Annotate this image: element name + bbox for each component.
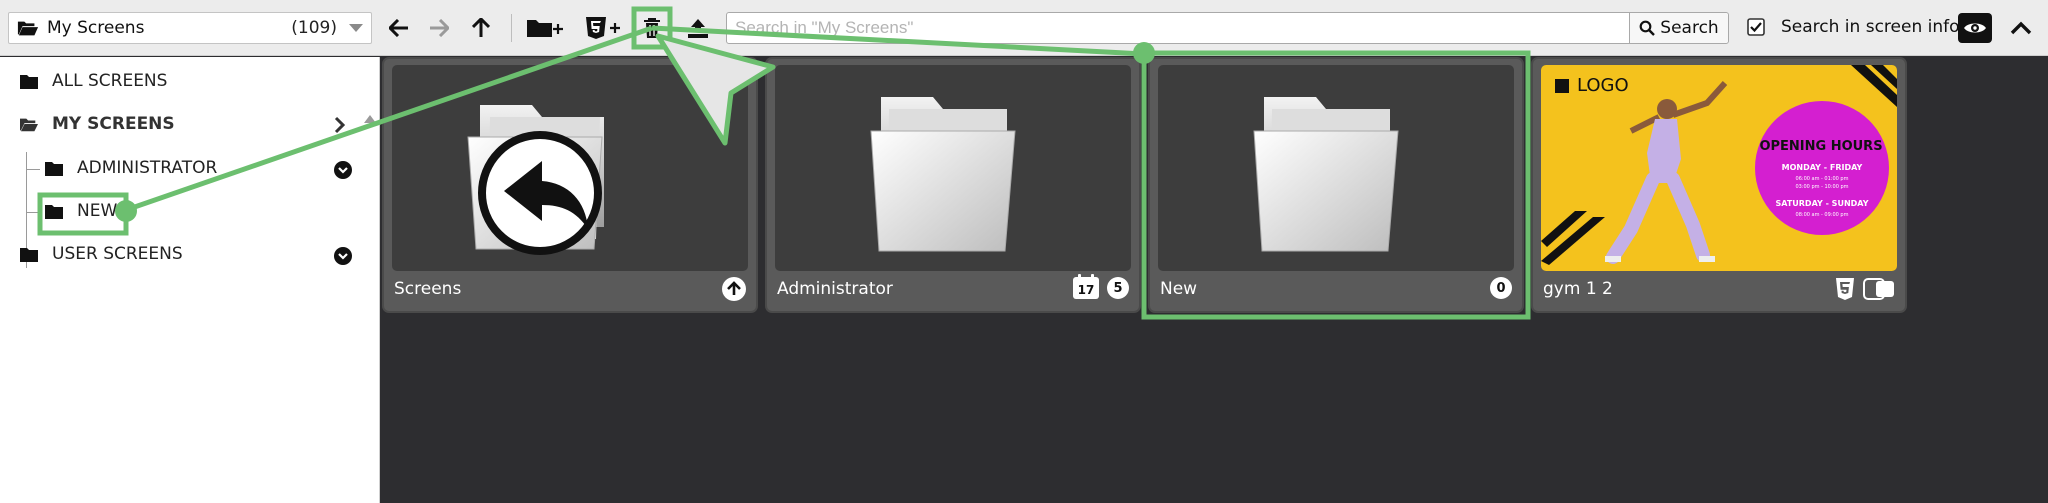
trash-icon: [644, 18, 660, 38]
tree-connector: [26, 212, 40, 213]
arrow-right-icon: [430, 19, 449, 37]
sidebar-item-label: NEW: [77, 201, 118, 221]
search-input[interactable]: [727, 13, 1629, 43]
preview-toggle-button[interactable]: [1958, 13, 1992, 43]
new-folder-button[interactable]: [526, 14, 564, 42]
folder-icon: [20, 74, 38, 89]
arrow-left-icon: [389, 19, 408, 37]
chevron-right-icon[interactable]: [334, 116, 346, 134]
screen-card-gym[interactable]: LOGO OPENING HOURS MONDAY - FRIDAY 06:00…: [1531, 57, 1907, 313]
folder-open-icon: [17, 21, 39, 36]
card-badges: 0: [1490, 277, 1512, 299]
collapse-toolbar-button[interactable]: [2008, 16, 2034, 40]
checkbox-checked-icon: [1747, 18, 1765, 36]
folder-icon: [1253, 97, 1399, 252]
sidebar-item-label: MY SCREENS: [52, 114, 175, 134]
tree-connector: [26, 169, 40, 170]
html5-icon: [1836, 278, 1854, 300]
search-button-label: Search: [1660, 18, 1719, 38]
folder-select-count: (109): [291, 18, 337, 38]
folder-icon: [45, 161, 63, 176]
upload-button[interactable]: [684, 14, 712, 42]
search-box: Search: [726, 12, 1729, 44]
back-button[interactable]: [386, 14, 412, 42]
folder-thumbnail: [1158, 65, 1514, 271]
card-label: New: [1160, 279, 1198, 299]
poster-weekday-line: 03:00 pm - 10:00 pm: [1795, 184, 1849, 190]
poster-weekday-heading: MONDAY - FRIDAY: [1781, 163, 1863, 172]
card-badges: [1835, 277, 1895, 301]
poster-title: OPENING HOURS: [1759, 139, 1883, 154]
toolbar-separator: [511, 14, 512, 42]
delete-button[interactable]: [638, 14, 666, 42]
folder-card-parent[interactable]: Screens: [382, 57, 758, 313]
folder-thumbnail: [392, 65, 748, 271]
folder-icon: [20, 247, 38, 262]
arrow-up-circle-icon[interactable]: [722, 277, 746, 301]
sidebar-item-my-screens[interactable]: MY SCREENS: [20, 114, 175, 134]
gym-poster-preview: LOGO OPENING HOURS MONDAY - FRIDAY 06:00…: [1541, 65, 1897, 271]
folder-card-new[interactable]: New 0: [1148, 57, 1524, 313]
search-icon: [1639, 20, 1656, 36]
chevron-down-circle-icon[interactable]: [334, 247, 352, 265]
sidebar-item-administrator[interactable]: ADMINISTRATOR: [45, 158, 217, 178]
item-count-badge: 0: [1490, 277, 1512, 299]
folder-plus-icon: [527, 20, 563, 37]
search-screen-info-toggle[interactable]: Search in screen info: [1747, 17, 1960, 37]
folder-thumbnail: [775, 65, 1131, 271]
card-badges: 17 5: [1073, 274, 1129, 299]
eye-icon: [1964, 23, 1986, 33]
folder-icon: [467, 105, 604, 255]
item-count-badge: 5: [1107, 277, 1129, 299]
forward-button[interactable]: [426, 14, 452, 42]
calendar-icon: 17: [1073, 274, 1099, 299]
folder-icon: [45, 204, 63, 219]
card-label: gym 1 2: [1543, 279, 1613, 299]
folder-tree-sidebar: ALL SCREENS MY SCREENS ADMINISTRATOR NEW…: [0, 57, 380, 503]
folder-card-administrator[interactable]: Administrator 17 5: [765, 57, 1141, 313]
screen-thumbnail: LOGO OPENING HOURS MONDAY - FRIDAY 06:00…: [1541, 65, 1897, 271]
poster-weekday-line: 06:00 am - 01:00 pm: [1795, 176, 1849, 182]
sidebar-item-label: USER SCREENS: [52, 244, 183, 264]
html5-plus-icon: [586, 17, 620, 39]
folder-select-name: My Screens: [47, 18, 145, 38]
card-label: Administrator: [777, 279, 893, 299]
scroll-up-arrow[interactable]: [364, 115, 376, 123]
sidebar-item-label: ALL SCREENS: [52, 71, 168, 91]
sidebar-item-new[interactable]: NEW: [45, 201, 117, 221]
poster-weekend-line: 08:00 am - 09:00 pm: [1795, 212, 1849, 218]
folder-select[interactable]: My Screens (109): [8, 12, 372, 44]
toolbar: My Screens (109) Search Search in screen…: [0, 0, 2048, 56]
sidebar-item-user-screens[interactable]: USER SCREENS: [20, 244, 183, 264]
card-badges: [722, 277, 746, 301]
sidebar-item-all-screens[interactable]: ALL SCREENS: [20, 71, 167, 91]
chevron-down-circle-icon[interactable]: [334, 161, 352, 179]
card-label: Screens: [394, 279, 462, 299]
new-html5-screen-button[interactable]: [584, 14, 622, 42]
arrow-up-icon: [472, 18, 490, 37]
sidebar-item-label: ADMINISTRATOR: [77, 158, 218, 178]
folder-open-icon: [20, 118, 38, 131]
search-button[interactable]: Search: [1629, 13, 1728, 43]
up-button[interactable]: [468, 14, 494, 42]
search-screen-info-label: Search in screen info: [1781, 17, 1960, 37]
chevron-up-icon: [2010, 21, 2032, 35]
folder-icon: [870, 97, 1016, 252]
chevron-down-icon: [349, 24, 363, 32]
upload-icon: [688, 19, 708, 38]
orientation-toggle-icon[interactable]: [1863, 277, 1895, 301]
poster-weekend-heading: SATURDAY - SUNDAY: [1775, 199, 1869, 208]
